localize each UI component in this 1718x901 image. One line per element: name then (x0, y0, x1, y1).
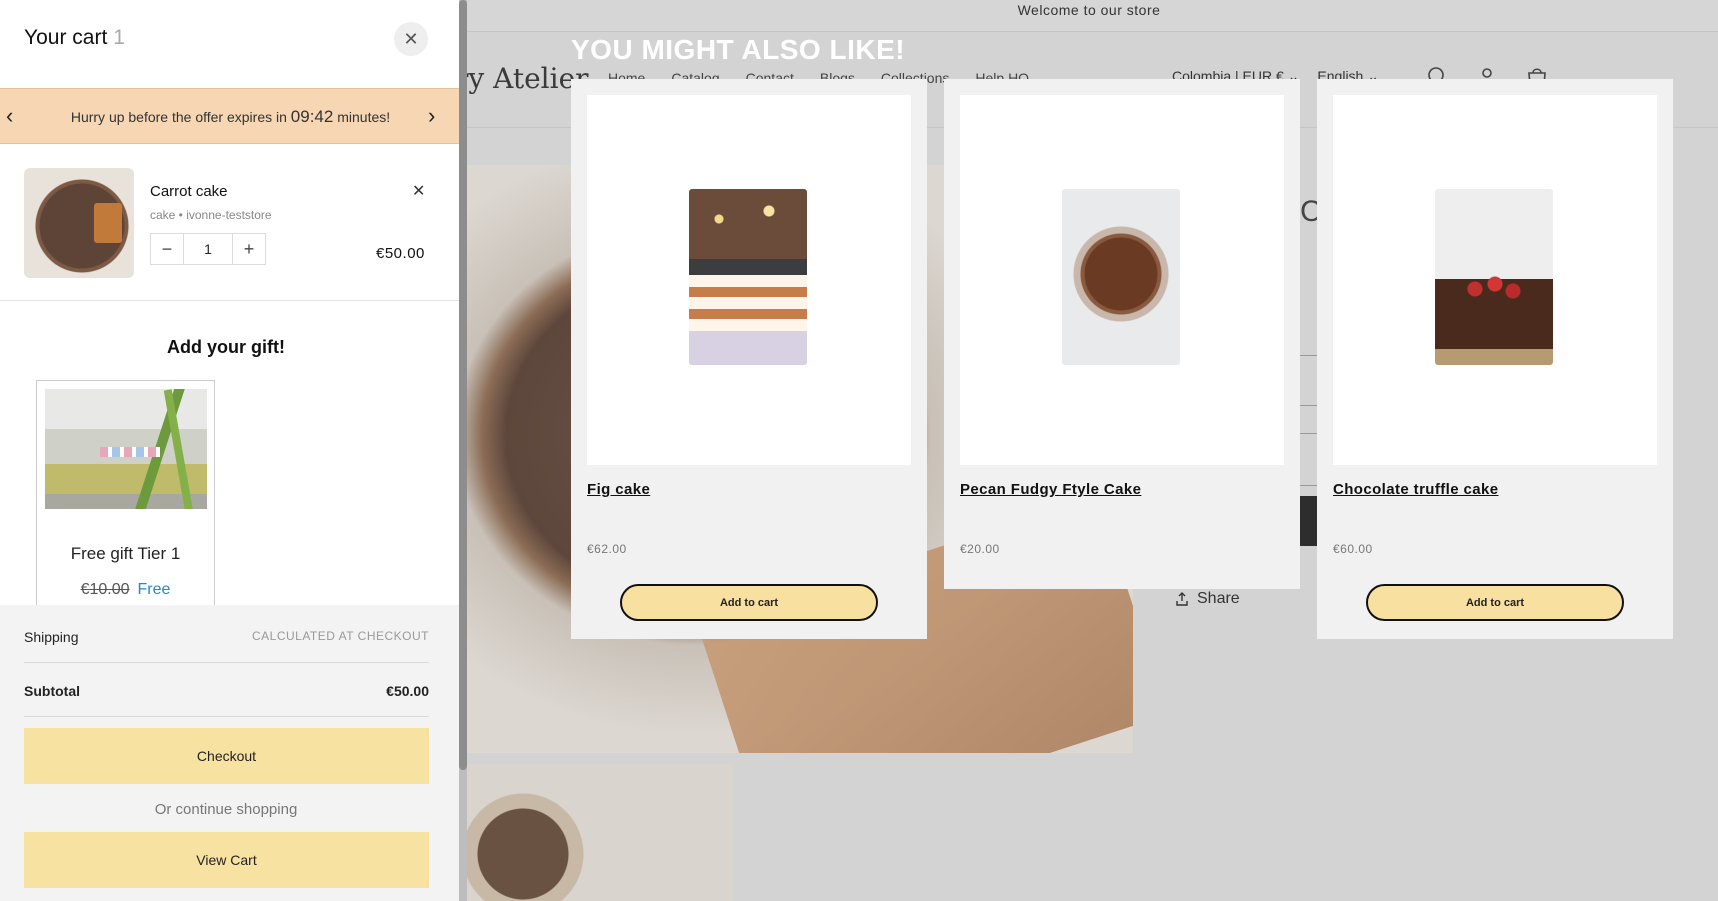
remove-item-button[interactable]: ✕ (412, 181, 425, 201)
product-name-link[interactable]: Pecan Fudgy Ftyle Cake (960, 481, 1141, 498)
divider (24, 662, 429, 663)
share-label: Share (1197, 590, 1240, 607)
announcement-text: Welcome to our store (1017, 2, 1161, 18)
drawer-scrollbar[interactable] (459, 0, 467, 901)
product-image-frame[interactable] (1333, 95, 1657, 465)
upsell-product-card: Fig cake €62.00 Add to cart (571, 79, 927, 639)
subtotal-value: €50.00 (386, 683, 429, 699)
subtotal-row: Subtotal €50.00 (24, 683, 429, 699)
quantity-value[interactable]: 1 (183, 234, 233, 264)
item-price: €50.00 (376, 245, 425, 262)
decrease-quantity-button[interactable]: − (151, 234, 183, 264)
cart-title: Your cart 1 (24, 26, 125, 50)
close-icon: ✕ (403, 29, 419, 49)
upsell-title: YOU MIGHT ALSO LIKE! (571, 34, 906, 65)
close-icon: ✕ (412, 183, 426, 200)
offer-suffix: minutes! (337, 109, 391, 125)
cart-drawer: Your cart 1 ✕ ‹ Hurry up before the offer… (0, 0, 461, 901)
view-cart-button[interactable]: View Cart (24, 832, 429, 888)
scrollbar-thumb[interactable] (459, 0, 467, 770)
gift-prices: €10.00 Free (37, 581, 214, 599)
shipping-value: CALCULATED AT CHECKOUT (251, 629, 429, 643)
product-image-frame[interactable] (960, 95, 1284, 465)
gift-name: Free gift Tier 1 (70, 544, 181, 563)
add-to-cart-button[interactable]: Add to cart (1366, 584, 1624, 621)
divider (24, 716, 429, 717)
product-price: €60.00 (1333, 542, 1373, 556)
product-name-link[interactable]: Chocolate truffle cake (1333, 481, 1499, 498)
gift-heading: Add your gift! (167, 337, 285, 357)
increase-quantity-button[interactable]: + (233, 234, 265, 264)
offer-message: Hurry up before the offer expires in 09:… (0, 107, 461, 127)
product-image-frame[interactable] (587, 95, 911, 465)
cart-line-item: Carrot cake cake • ivonne-teststore ✕ − … (0, 145, 461, 301)
subtotal-label: Subtotal (24, 683, 80, 699)
chevron-right-icon: › (428, 103, 436, 128)
pecan-cake-image (1062, 189, 1180, 365)
gift-image (45, 389, 207, 509)
gift-new-price: Free (137, 581, 171, 598)
add-to-cart-button[interactable]: Add to cart (620, 584, 878, 621)
upsell-product-card: Chocolate truffle cake €60.00 Add to car… (1317, 79, 1673, 639)
product-thumbnail-image[interactable] (463, 764, 733, 901)
offer-timer: 09:42 (290, 107, 334, 126)
quantity-stepper: − 1 + (150, 233, 266, 265)
plus-icon: + (243, 238, 255, 259)
close-cart-button[interactable]: ✕ (394, 22, 428, 56)
cart-footer: Shipping CALCULATED AT CHECKOUT Subtotal… (0, 605, 461, 901)
product-price: €62.00 (587, 542, 627, 556)
checkout-button[interactable]: Checkout (24, 728, 429, 784)
item-meta: cake • ivonne-teststore (150, 208, 272, 222)
share-icon (1176, 592, 1188, 606)
offer-prefix: Hurry up before the offer expires in (70, 109, 287, 125)
continue-shopping-link[interactable]: Or continue shopping (0, 801, 452, 818)
fig-cake-image (689, 189, 807, 365)
product-name-link[interactable]: Fig cake (587, 481, 650, 498)
cart-count: 1 (113, 26, 125, 49)
gift-card[interactable]: Free gift Tier 1 €10.00 Free (36, 380, 215, 605)
shipping-row: Shipping CALCULATED AT CHECKOUT (24, 629, 429, 645)
offer-next-button[interactable]: › (428, 103, 435, 129)
shipping-label: Shipping (24, 629, 79, 645)
minus-icon: − (161, 238, 173, 259)
carrot-cake-image[interactable] (24, 168, 134, 278)
gift-old-price: €10.00 (80, 581, 130, 598)
product-price: €20.00 (960, 542, 1000, 556)
brand-name[interactable]: ry Atelier (455, 62, 589, 95)
share-button[interactable]: Share (1175, 590, 1240, 608)
chocolate-truffle-cake-image (1435, 189, 1553, 365)
cart-title-label: Your cart (24, 26, 108, 49)
item-name[interactable]: Carrot cake (150, 183, 228, 200)
upsell-product-card: Pecan Fudgy Ftyle Cake €20.00 (944, 79, 1300, 589)
offer-banner: ‹ Hurry up before the offer expires in 0… (0, 88, 461, 144)
